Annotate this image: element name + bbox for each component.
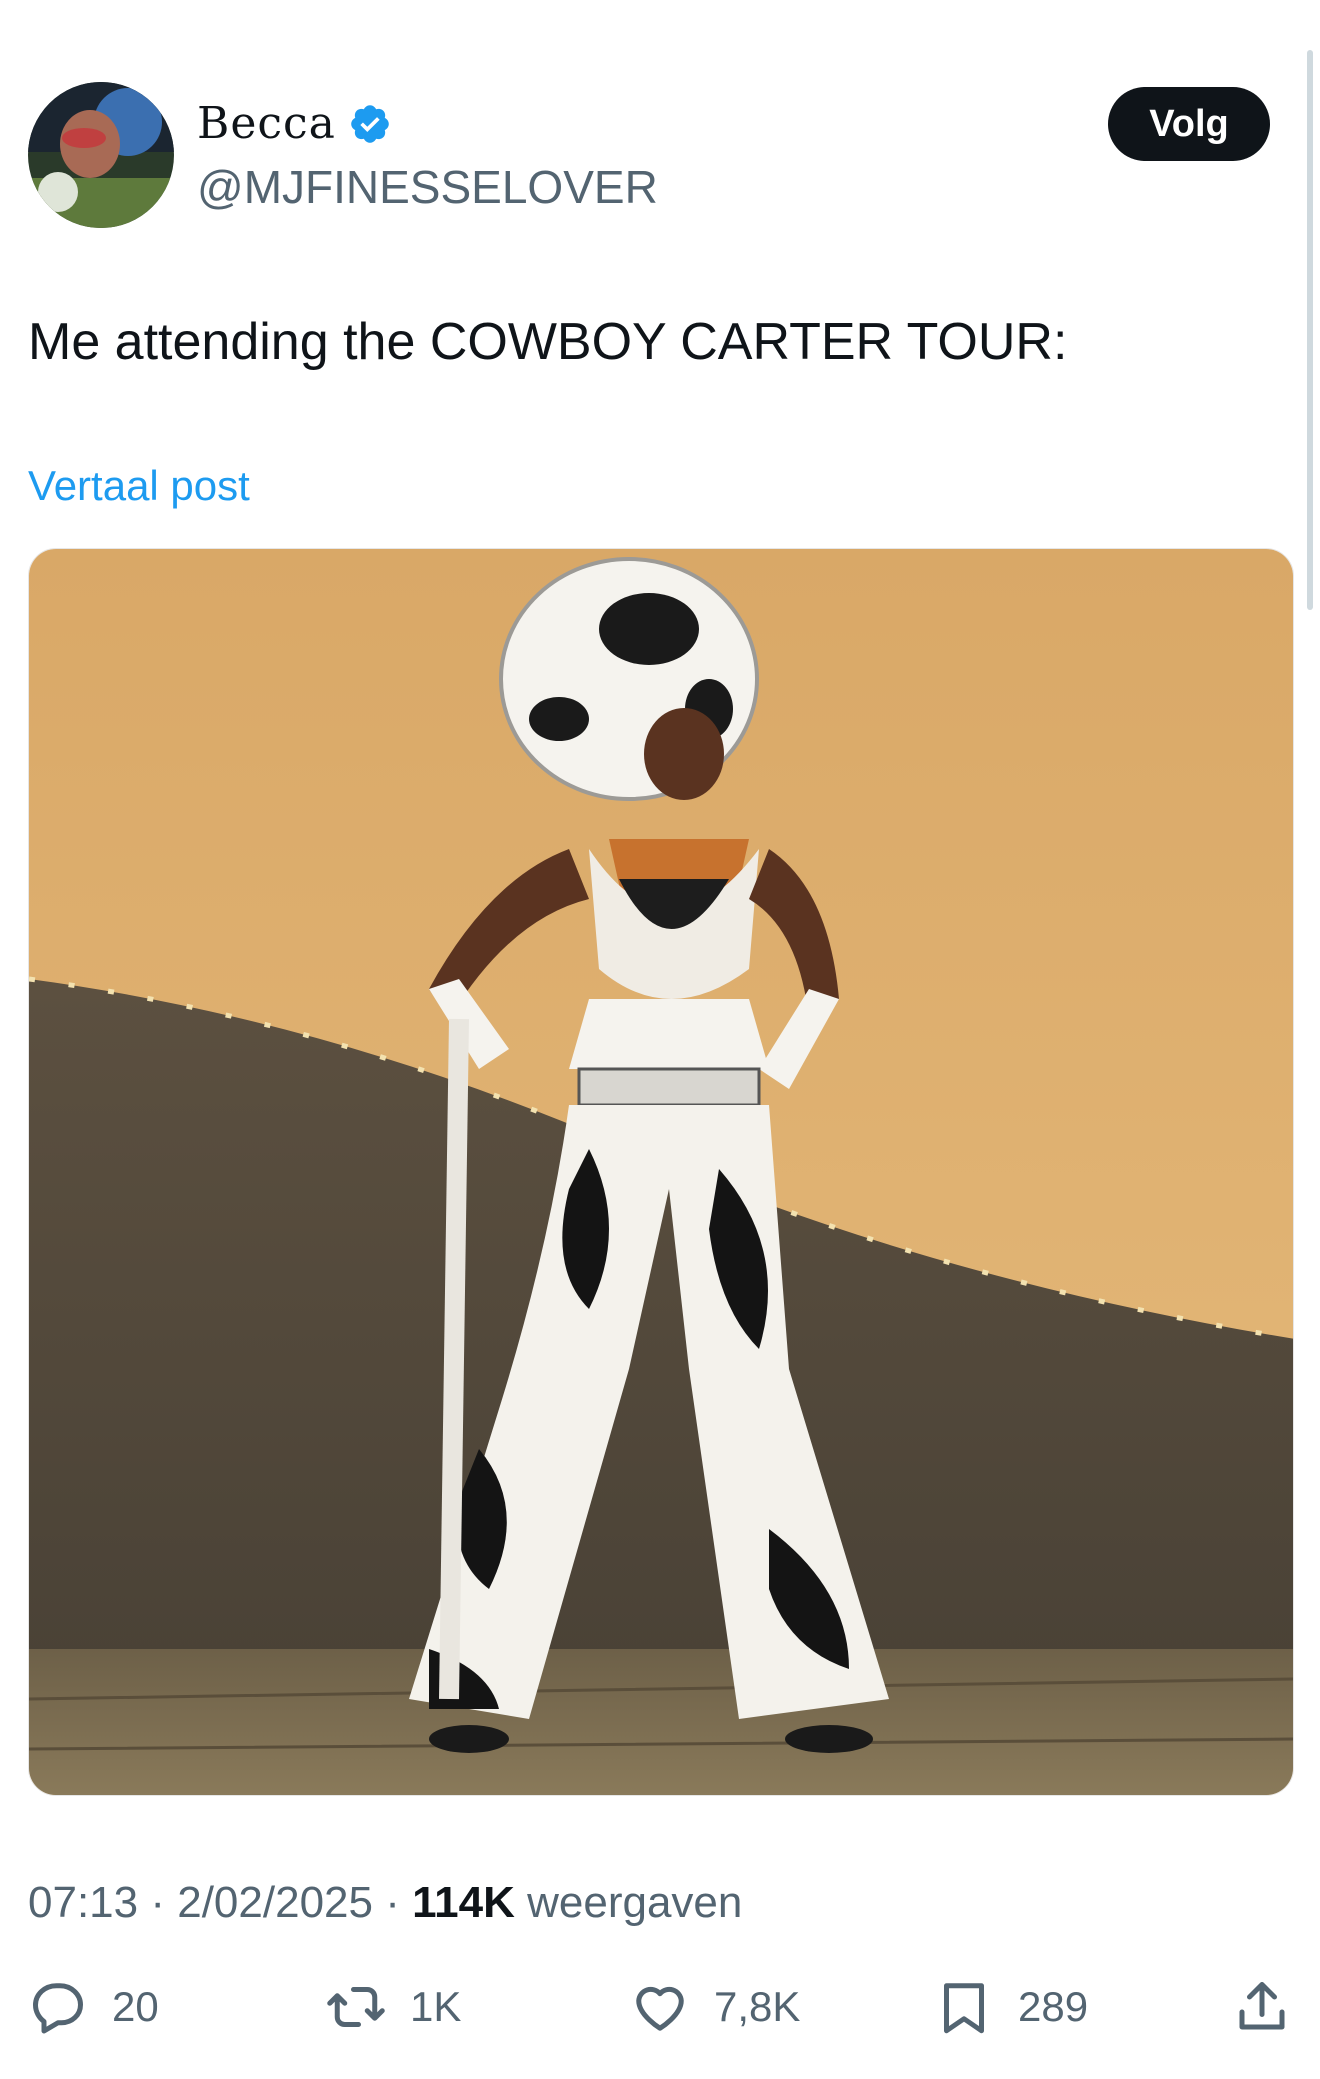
repost-icon — [327, 1987, 385, 2027]
follow-button[interactable]: Volg — [1108, 87, 1270, 161]
scrollbar[interactable] — [1307, 50, 1313, 610]
meta-separator-2: · — [385, 1878, 400, 1927]
like-button[interactable]: 7,8K — [630, 1972, 800, 2042]
tweet-photo[interactable] — [28, 548, 1294, 1796]
like-count: 7,8K — [714, 1983, 801, 2030]
reply-count: 20 — [112, 1983, 159, 2030]
author-display-name[interactable]: Becca — [197, 98, 336, 149]
verified-badge-icon — [351, 104, 389, 143]
bookmark-button[interactable]: 289 — [934, 1972, 1088, 2042]
tweet-meta: 07:13 · 2/02/2025 · 114K weergaven — [28, 1878, 742, 1928]
repost-button[interactable]: 1K — [326, 1972, 461, 2042]
tweet-text: Me attending the COWBOY CARTER TOUR: — [28, 313, 1068, 371]
tweet-time[interactable]: 07:13 — [28, 1878, 138, 1927]
bookmark-count: 289 — [1018, 1983, 1089, 2030]
action-bar: 20 1K 7,8K 289 — [0, 1972, 1320, 2042]
bookmark-icon — [944, 1983, 984, 2034]
share-icon — [1239, 1982, 1285, 2030]
tweet-date[interactable]: 2/02/2025 — [177, 1878, 373, 1927]
views-count: 114K — [412, 1878, 515, 1927]
views-label: weergaven — [527, 1878, 743, 1927]
avatar[interactable] — [28, 82, 174, 228]
meta-separator: · — [150, 1878, 165, 1927]
share-button[interactable] — [1232, 1972, 1292, 2042]
like-icon — [636, 1986, 684, 2031]
translate-post-link[interactable]: Vertaal post — [28, 462, 250, 510]
reply-button[interactable]: 20 — [28, 1972, 159, 2042]
author-handle[interactable]: @MJFINESSELOVER — [197, 160, 658, 214]
repost-count: 1K — [410, 1983, 462, 2030]
reply-icon — [33, 1983, 83, 2034]
photo-illustration — [29, 549, 1293, 1795]
